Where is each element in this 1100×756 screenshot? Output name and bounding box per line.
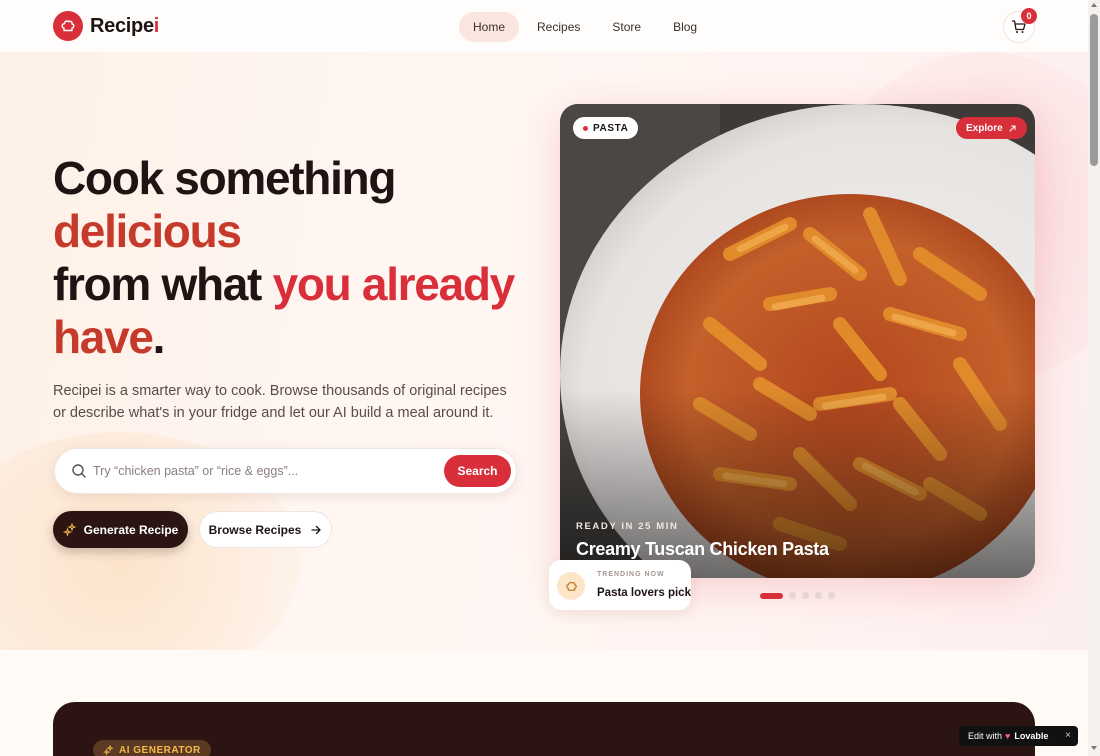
nav-recipes[interactable]: Recipes (523, 12, 594, 42)
carousel-dot-4[interactable] (815, 592, 822, 599)
chef-hat-icon (557, 572, 585, 600)
scroll-up-arrow-icon[interactable] (1091, 3, 1097, 7)
explore-button[interactable]: Explore (956, 117, 1027, 139)
browse-recipes-label: Browse Recipes (208, 522, 302, 537)
main-nav: Home Recipes Store Blog (459, 12, 711, 42)
arrow-right-icon (311, 525, 322, 534)
ai-generator-section: AI GENERATOR (53, 702, 1035, 756)
logo[interactable]: Recipei (53, 11, 159, 41)
headline-period: . (152, 311, 166, 363)
carousel-dots (760, 592, 835, 599)
sparkles-icon (62, 522, 77, 537)
page-scrollbar[interactable] (1088, 0, 1100, 756)
generate-recipe-button[interactable]: Generate Recipe (53, 511, 188, 548)
browse-recipes-button[interactable]: Browse Recipes (199, 511, 332, 548)
generate-recipe-label: Generate Recipe (83, 522, 179, 537)
nav-store[interactable]: Store (598, 12, 655, 42)
chef-hat-icon (53, 11, 83, 41)
explore-label: Explore (966, 122, 1003, 134)
lovable-heart-icon: ♥ (1005, 731, 1011, 741)
scroll-down-arrow-icon[interactable] (1091, 746, 1097, 750)
hero-section: Cook something delicious from what you a… (0, 52, 1088, 650)
headline-line-3b: you already (272, 258, 516, 310)
cart-count-badge: 0 (1021, 8, 1037, 24)
headline-line-1: Cook something (53, 152, 396, 204)
carousel-dot-1[interactable] (760, 592, 783, 599)
hero-headline: Cook something delicious from what you a… (53, 152, 533, 364)
trending-label: Pasta lovers pick (597, 587, 691, 599)
featured-recipe-title: Creamy Tuscan Chicken Pasta (576, 539, 829, 559)
ai-generator-badge: AI GENERATOR (93, 740, 211, 756)
recipe-search-bar: Search (54, 448, 517, 494)
trending-kicker: TRENDING NOW (597, 571, 665, 578)
carousel-dot-2[interactable] (789, 592, 796, 599)
nav-blog[interactable]: Blog (659, 12, 711, 42)
tag-dot (583, 125, 588, 131)
sparkles-icon (103, 744, 114, 756)
lovable-prefix: Edit with (968, 731, 1003, 741)
category-tag[interactable]: PASTA (573, 117, 639, 139)
category-tag-label: PASTA (593, 122, 629, 134)
close-icon[interactable]: × (1065, 730, 1071, 741)
trending-badge: TRENDING NOW Pasta lovers pick (549, 560, 691, 610)
headline-line-2: delicious (53, 205, 242, 257)
search-icon (72, 464, 86, 478)
site-header: Recipei Home Recipes Store Blog 0 (0, 0, 1088, 52)
hero-subcopy: Recipei is a smarter way to cook. Browse… (53, 383, 507, 421)
lovable-brand: Lovable (1014, 731, 1049, 741)
edit-with-lovable-badge[interactable]: Edit with ♥ Lovable × (959, 726, 1078, 746)
headline-line-3a: from what (53, 258, 273, 310)
search-input[interactable] (93, 449, 433, 493)
ready-time: READY IN 25 MIN (576, 521, 679, 532)
arrow-up-right-icon (1009, 124, 1016, 132)
nav-home[interactable]: Home (459, 12, 520, 42)
carousel-dot-3[interactable] (802, 592, 809, 599)
headline-line-4: have (53, 311, 154, 363)
featured-recipe-card[interactable]: PASTA Explore READY IN 25 MIN Creamy Tus… (560, 104, 1035, 578)
logo-text: Recipei (90, 14, 160, 37)
search-button[interactable]: Search (444, 455, 511, 487)
scroll-thumb[interactable] (1090, 14, 1098, 166)
card-gradient-overlay (560, 104, 1035, 578)
ai-generator-badge-label: AI GENERATOR (119, 744, 201, 756)
carousel-dot-5[interactable] (828, 592, 835, 599)
